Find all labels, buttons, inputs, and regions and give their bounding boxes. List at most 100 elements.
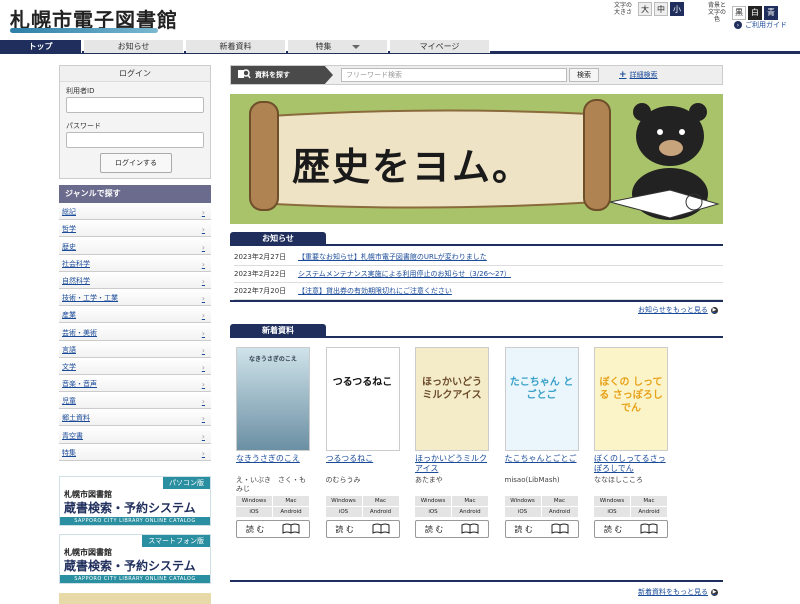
genre-item-label: 歴史 [62,242,76,251]
chevron-right-icon: › [201,294,205,304]
genre-item[interactable]: 郷土資料 › [59,409,211,427]
book-card: ぼくの しってる さっぽろしでん ぼくのしってるさっぽろしでん ななほしこころ Win… [594,347,668,538]
header: 札幌市電子図書館 文字の大きさ 大 中 小 背景と文字の色 黒 白 青 › ご利… [0,0,800,40]
tab-news[interactable]: お知らせ [84,40,184,53]
platform-badge: Android [452,507,488,517]
read-button[interactable]: 読 む [594,520,668,538]
book-title-link[interactable]: つるつるねこ [326,454,400,476]
bg-black-button[interactable]: 黒 [732,5,746,20]
platform-badge: iOS [325,507,362,517]
genre-item-label: 哲学 [62,225,76,234]
genre-item[interactable]: 青空書 › [59,426,211,444]
genre-item[interactable]: 産業 › [59,306,211,324]
bg-blue-button[interactable]: 青 [764,5,778,20]
book-cover-text: なきうさぎのこえ [249,356,297,363]
book-cover[interactable]: たこちゃん とごとご [504,347,579,451]
search-label: 資料を探す [231,66,333,84]
open-book-icon [461,523,479,536]
news-row: 2023年2月27日 【重要なお知らせ】札幌市電子図書館のURLが変わりました [234,249,723,266]
news-title-link[interactable]: 【重要なお知らせ】札幌市電子図書館のURLが変わりました [298,252,487,262]
banner-strip: SAPPORO CITY LIBRARY ONLINE CATALOG [60,575,210,583]
smartphone-catalog-banner[interactable]: スマートフォン版 札幌市図書館 蔵書検索・予約システム SAPPORO CITY… [59,534,211,584]
login-panel: ログイン 利用者ID パスワード ログインする [59,65,211,179]
chevron-right-icon: › [201,414,205,424]
read-button[interactable]: 読 む [415,520,489,538]
genre-item[interactable]: 自然科学 › [59,271,211,289]
genre-title: ジャンルで探す [59,185,211,203]
bg-color-label: 背景と文字の色 [707,2,726,23]
new-books-section-header: 新着資料 [230,324,723,338]
genre-item[interactable]: 社会科学 › [59,254,211,272]
tab-top[interactable]: トップ [0,40,82,53]
platform-badge: iOS [594,507,630,517]
read-button[interactable]: 読 む [236,520,310,538]
search-button[interactable]: 検索 [569,68,599,82]
genre-item[interactable]: 特集 › [59,443,211,461]
user-id-input[interactable] [66,97,204,113]
book-title-link[interactable]: たこちゃんとごとご [505,454,579,476]
main-nav: トップ お知らせ 新着資料 特集 マイページ [0,40,800,54]
genre-item[interactable]: 総記 › [59,203,211,221]
font-size-medium-button[interactable]: 中 [654,2,668,16]
book-cover-text: ほっかいどう ミルクアイス [422,377,482,401]
chevron-right-icon: › [201,431,205,441]
font-size-small-button[interactable]: 小 [670,2,684,16]
news-row: 2022年7月20日 【注意】貸出券の有効期限切れにご注意ください [234,283,723,300]
genre-item[interactable]: 文学 › [59,357,211,375]
third-banner[interactable] [59,593,211,604]
read-button-label: 読 む [335,524,354,534]
search-bar: 資料を探す フリーワード検索 検索 + 詳細検索 [230,65,723,85]
hero-banner[interactable]: 歴史をヨム。 [230,94,723,224]
font-size-control: 文字の大きさ 大 中 小 [612,2,684,16]
news-more-link[interactable]: お知らせをもっと見る ▶ [638,305,718,315]
genre-item-label: 自然科学 [62,276,90,285]
chevron-right-icon: › [201,242,205,252]
chevron-right-icon: › [201,380,205,390]
book-title-link[interactable]: ほっかいどうミルクアイス [415,454,489,476]
genre-item[interactable]: 哲学 › [59,220,211,238]
book-cover[interactable]: なきうさぎのこえ [236,347,310,451]
user-id-label: 利用者ID [66,87,95,95]
genre-item-label: 音楽・音声 [62,380,97,389]
font-size-large-button[interactable]: 大 [638,2,652,16]
tab-new-books[interactable]: 新着資料 [186,40,286,53]
genre-item[interactable]: 言語 › [59,340,211,358]
genre-item[interactable]: 児童 › [59,392,211,410]
read-button[interactable]: 読 む [325,520,400,538]
book-cover[interactable]: ぼくの しってる さっぽろしでん [594,347,668,451]
guide-label: ご利用ガイド [745,21,787,29]
book-title-link[interactable]: ぼくのしってるさっぽろしでん [594,454,668,476]
password-input[interactable] [66,132,204,148]
platform-badge: Windows [236,496,272,506]
book-author: のむらうみ [325,476,361,484]
search-input[interactable]: フリーワード検索 [341,68,567,82]
book-card: ほっかいどう ミルクアイス ほっかいどうミルクアイス あたまや Windows Mac i… [415,347,489,538]
genre-item[interactable]: 技術・工学・工業 › [59,288,211,307]
news-date: 2022年7月20日 [234,287,287,295]
genre-item[interactable]: 歴史 › [59,237,211,255]
login-button[interactable]: ログインする [100,153,172,173]
advanced-search-link[interactable]: + 詳細検索 [619,70,658,80]
platform-badge: Mac [273,496,309,506]
guide-link[interactable]: › ご利用ガイド [734,20,787,30]
book-cover[interactable]: ほっかいどう ミルクアイス [415,347,489,451]
tab-features[interactable]: 特集 [288,40,388,53]
pc-catalog-banner[interactable]: パソコン版 札幌市図書館 蔵書検索・予約システム SAPPORO CITY LI… [59,476,211,526]
genre-item[interactable]: 音楽・音声 › [59,374,211,393]
read-button[interactable]: 読 む [504,520,579,538]
book-card: つるつるねこ つるつるねこ のむらうみ Windows Mac iOS Android 読 む [325,347,400,538]
book-card: たこちゃん とごとご たこちゃんとごとご misao(LibMash) Windows… [504,347,579,538]
hero-title: 歴史をヨム。 [292,144,533,189]
new-books-more-link[interactable]: 新着資料をもっと見る ▶ [638,587,718,597]
read-button-label: 読 む [424,524,444,534]
news-title-link[interactable]: システムメンテナンス実施による利用停止のお知らせ（3/26～27） [298,269,511,279]
book-search-icon [237,68,251,82]
book-title-link[interactable]: なきうさぎのこえ [236,454,310,476]
bg-white-button[interactable]: 白 [748,5,762,20]
tab-mypage[interactable]: マイページ [390,40,490,53]
genre-item[interactable]: 芸術・美術 › [59,323,211,341]
platform-badge: Mac [362,496,399,506]
book-cover[interactable]: つるつるねこ [325,347,400,451]
platform-list: Windows Mac iOS Android [594,496,668,517]
news-title-link[interactable]: 【注意】貸出券の有効期限切れにご注意ください [298,286,452,296]
